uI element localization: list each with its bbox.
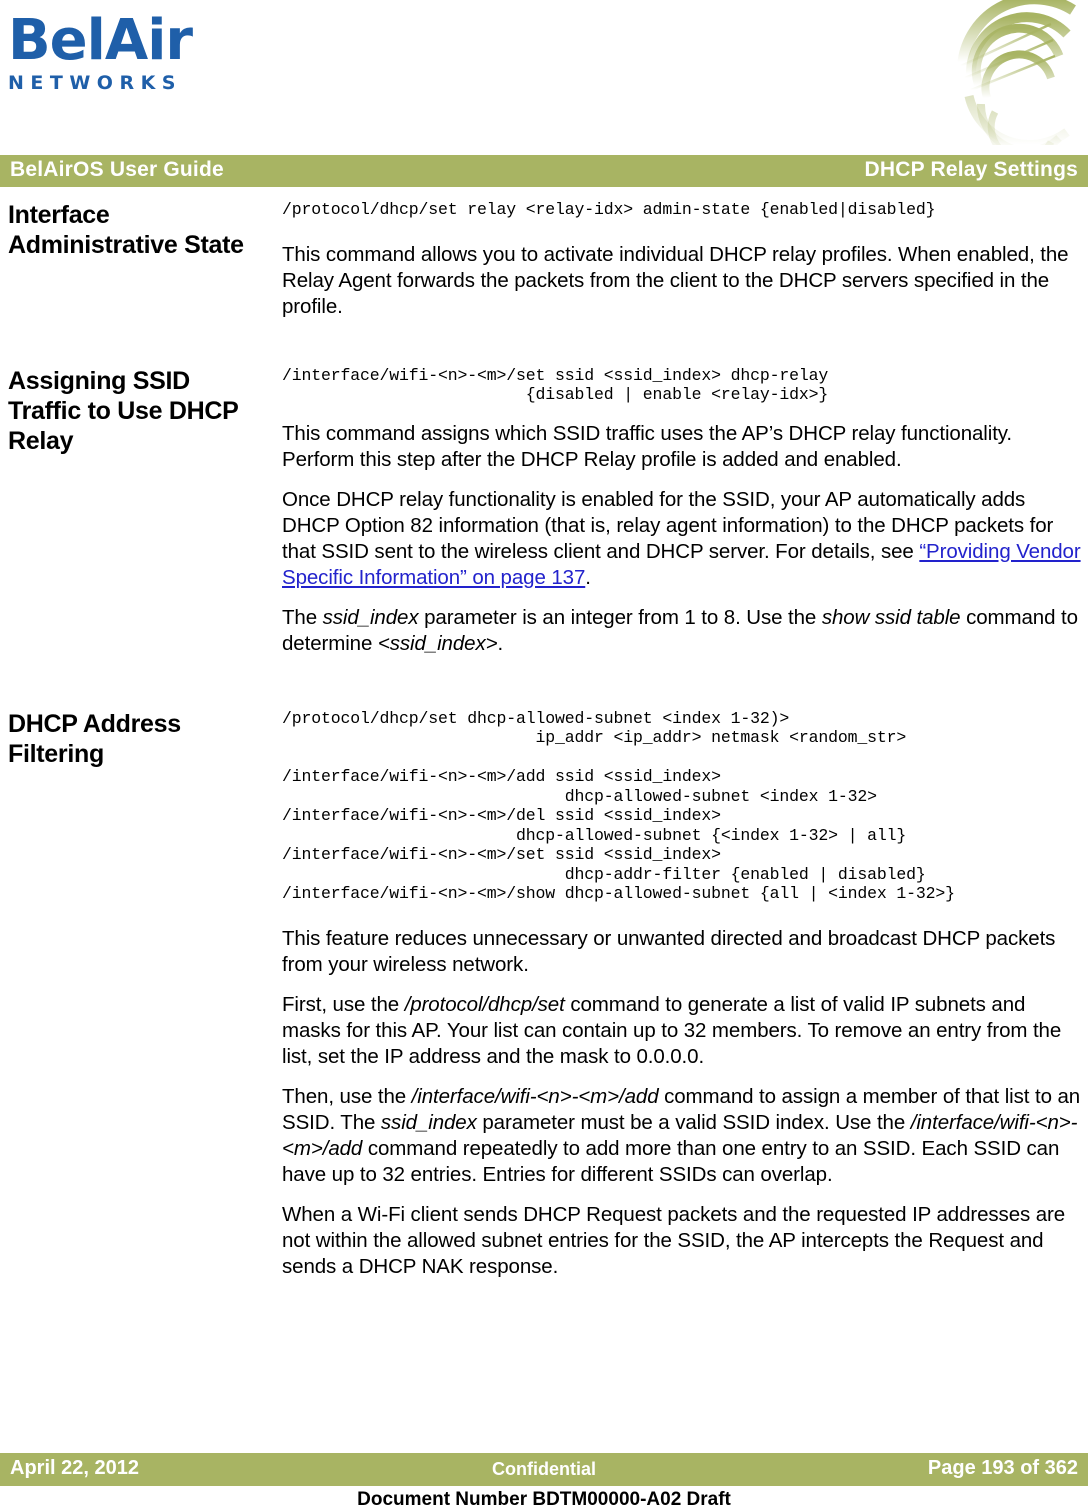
- paragraph-with-link: Once DHCP relay functionality is enabled…: [282, 487, 1082, 591]
- cli-command-block: /protocol/dhcp/set relay <relay-idx> adm…: [282, 200, 936, 219]
- company-logo: BelAir NETWORKS: [8, 8, 228, 95]
- section-interface-administrative-state: Interface Administrative State /protocol…: [0, 200, 1088, 320]
- paragraph-ssid-index: The ssid_index parameter is an integer f…: [282, 605, 1082, 657]
- text-after-link: .: [585, 565, 591, 589]
- wireless-swoosh-icon: [955, 0, 1080, 163]
- paragraph-first-step: First, use the /protocol/dhcp/set comman…: [282, 992, 1082, 1070]
- italic-term: ssid_index: [322, 605, 419, 629]
- footer-document-number: Document Number BDTM00000-A02 Draft: [357, 1489, 731, 1510]
- paragraph: When a Wi-Fi client sends DHCP Request p…: [282, 1202, 1066, 1278]
- paragraph: This command assigns which SSID traffic …: [282, 421, 1013, 471]
- paragraph: This command allows you to activate indi…: [282, 242, 1069, 318]
- footer-page-number: Page 193 of 362: [927, 1457, 1078, 1479]
- logo-tagline: NETWORKS: [8, 72, 182, 94]
- paragraph: This feature reduces unnecessary or unwa…: [282, 926, 1056, 976]
- section-heading: DHCP Address Filtering: [8, 709, 181, 768]
- footer-classification: Confidential: [492, 1459, 596, 1479]
- section-body: /protocol/dhcp/set dhcp-allowed-subnet <…: [282, 709, 1082, 1280]
- section-dhcp-address-filtering: DHCP Address Filtering /protocol/dhcp/se…: [0, 709, 1088, 1280]
- italic-term: <ssid_index>: [377, 631, 498, 655]
- text-run: command repeatedly to add more than one …: [282, 1136, 1060, 1186]
- section-body: /protocol/dhcp/set relay <relay-idx> adm…: [282, 200, 1082, 320]
- italic-command: /protocol/dhcp/set: [404, 992, 565, 1016]
- text-run: .: [497, 631, 504, 655]
- text-run: First, use the: [282, 992, 405, 1016]
- section-heading: Assigning SSID Traffic to Use DHCP Relay: [8, 366, 239, 455]
- paragraph-then-step: Then, use the /interface/wifi-<n>-<m>/ad…: [282, 1084, 1082, 1188]
- header-section-title: DHCP Relay Settings: [864, 158, 1078, 181]
- text-run: The: [282, 605, 323, 629]
- header-guide-title: BelAirOS User Guide: [10, 158, 224, 181]
- page-footer-bar: April 22, 2012 Confidential Page 193 of …: [0, 1453, 1088, 1486]
- cli-command-block: /protocol/dhcp/set dhcp-allowed-subnet <…: [282, 708, 955, 904]
- page-header-bar: BelAirOS User Guide DHCP Relay Settings: [0, 155, 1088, 187]
- text-run: parameter must be a valid SSID index. Us…: [476, 1110, 911, 1134]
- italic-term: ssid_index: [380, 1110, 477, 1134]
- cli-command-block: /interface/wifi-<n>-<m>/set ssid <ssid_i…: [282, 365, 829, 405]
- italic-term: show ssid table: [821, 605, 961, 629]
- italic-command: /interface/wifi-<n>-<m>/add: [411, 1084, 659, 1108]
- logo-wordmark: BelAir: [8, 8, 193, 73]
- page-content: Interface Administrative State /protocol…: [0, 200, 1088, 1280]
- section-heading: Interface Administrative State: [8, 201, 244, 259]
- text-run: Then, use the: [282, 1084, 412, 1108]
- section-body: /interface/wifi-<n>-<m>/set ssid <ssid_i…: [282, 366, 1082, 657]
- section-assigning-ssid-traffic: Assigning SSID Traffic to Use DHCP Relay…: [0, 366, 1088, 657]
- text-run: parameter is an integer from 1 to 8. Use…: [418, 605, 822, 629]
